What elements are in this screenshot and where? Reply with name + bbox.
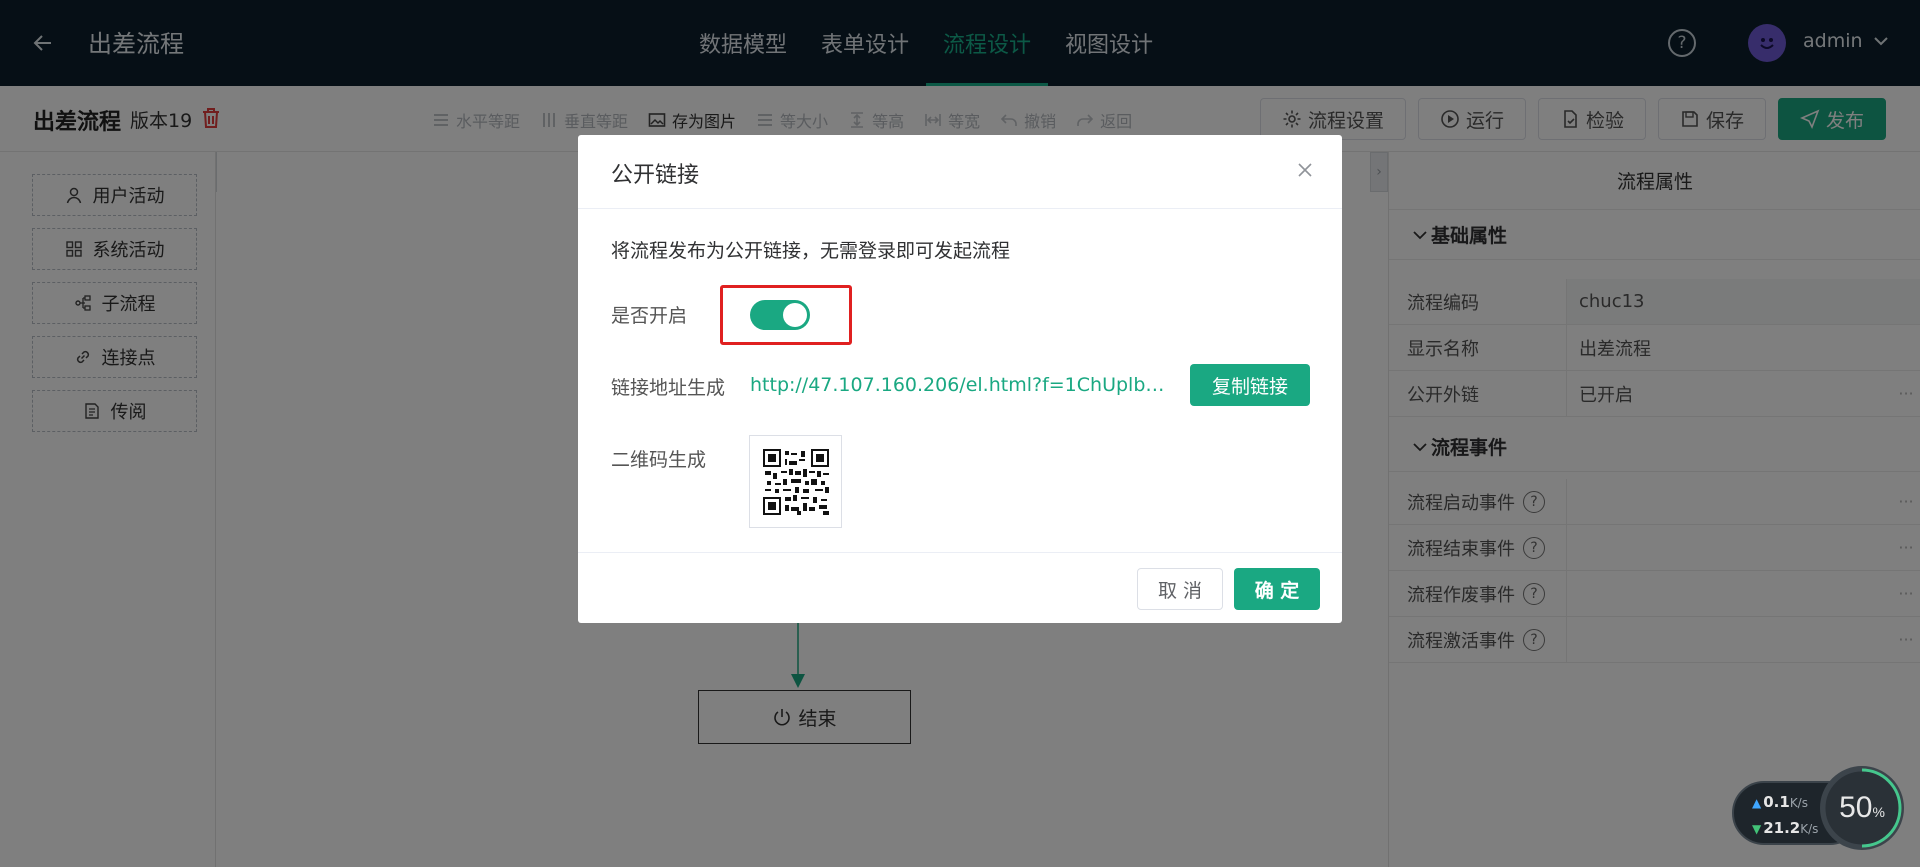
usage-ring [1822,768,1902,848]
close-icon[interactable] [1294,159,1316,181]
dialog-header: 公开链接 [578,135,1342,209]
enable-switch[interactable] [750,300,810,330]
upload-unit: K/s [1789,796,1808,810]
qr-label: 二维码生成 [611,449,707,471]
download-speed: ▼ 21.2K/s [1752,819,1818,837]
arrow-down-icon: ▼ [1752,822,1762,836]
enable-label: 是否开启 [611,305,688,327]
public-link-url[interactable]: http://47.107.160.206/el.html?f=1ChUplb…… [750,374,1163,396]
network-speed-widget[interactable]: ▲ 0.1K/s ▼ 21.2K/s 50% [1732,766,1904,850]
dialog-title: 公开链接 [611,163,700,188]
switch-knob [783,303,807,327]
qr-code-image [749,435,842,528]
cancel-button[interactable]: 取 消 [1137,568,1223,610]
download-unit: K/s [1800,822,1819,836]
confirm-button[interactable]: 确 定 [1234,568,1320,610]
usage-gauge: 50% [1820,766,1904,850]
upload-speed: ▲ 0.1K/s [1752,793,1808,811]
qr-code-icon [762,448,829,515]
upload-value: 0.1 [1763,793,1790,811]
link-label: 链接地址生成 [611,377,726,399]
copy-link-button[interactable]: 复制链接 [1190,364,1310,406]
dialog-footer: 取 消 确 定 [578,552,1342,623]
arrow-up-icon: ▲ [1752,796,1762,810]
dialog-description: 将流程发布为公开链接，无需登录即可发起流程 [611,240,1011,262]
public-link-dialog: 公开链接 将流程发布为公开链接，无需登录即可发起流程 是否开启 链接地址生成 h… [578,135,1342,623]
download-value: 21.2 [1763,819,1801,837]
